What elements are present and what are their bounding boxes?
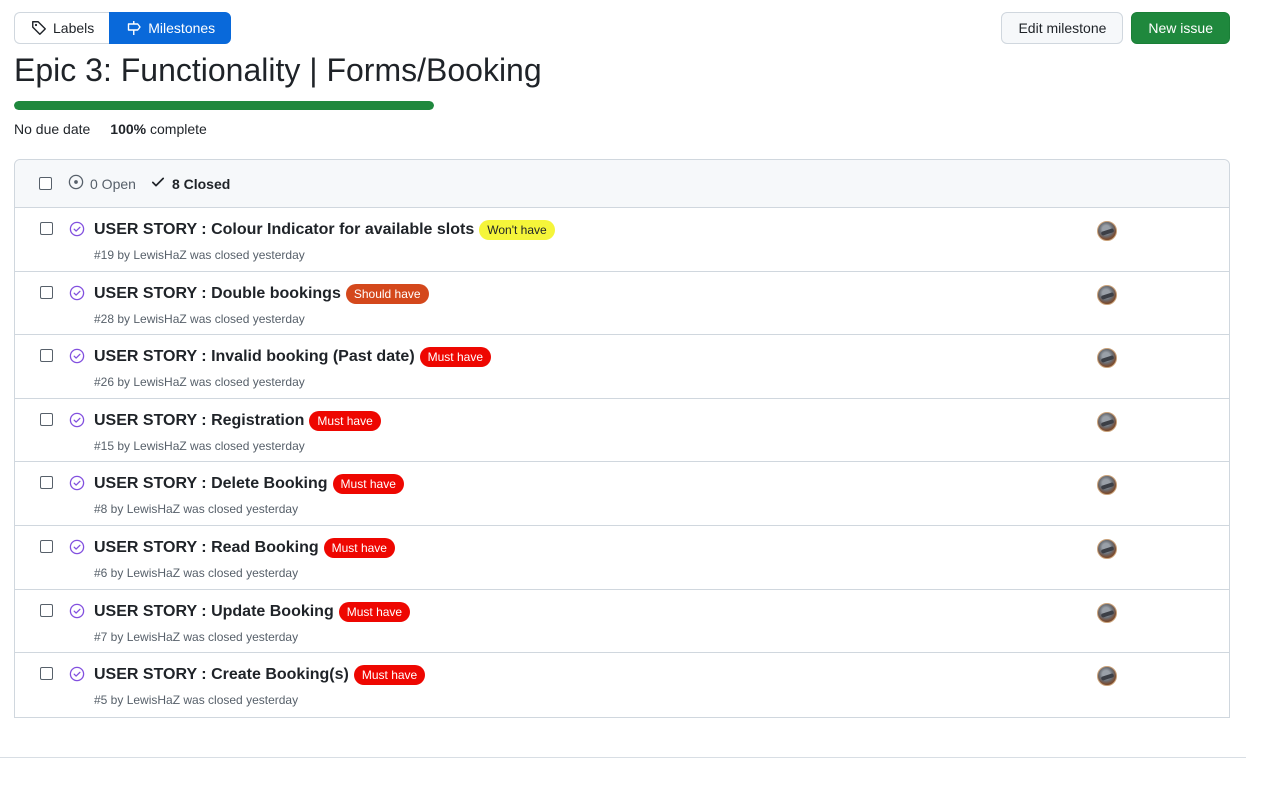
assignee-avatar[interactable] [1097,411,1117,432]
new-issue-button[interactable]: New issue [1131,12,1230,44]
completion: 100% complete [110,121,207,137]
open-issues-filter[interactable]: 0 Open [68,174,136,193]
issue-row[interactable]: USER STORY : Double bookings Should have… [15,272,1229,336]
issue-meta: #5 by LewisHaZ was closed yesterday [94,693,299,708]
issue-title[interactable]: USER STORY : Invalid booking (Past date) [94,348,415,366]
issue-opened-icon [68,174,84,193]
assignee-avatar[interactable] [1097,538,1117,559]
issue-row[interactable]: USER STORY : Delete Booking Must have #8… [15,462,1229,526]
issue-title-line: USER STORY : Registration Must have [94,410,381,431]
issue-title-line: USER STORY : Read Booking Must have [94,537,395,558]
issue-closed-icon [69,348,85,369]
issue-label[interactable]: Must have [353,665,426,686]
issue-label[interactable]: Must have [338,601,411,622]
issue-label[interactable]: Must have [323,537,395,558]
issue-title-line: USER STORY : Create Booking(s) Must have [94,665,426,686]
progress-bar-fill [14,101,434,110]
milestone-actions: Edit milestone New issue [1001,12,1230,44]
issue-title-line: USER STORY : Double bookings Should have [94,283,429,304]
issue-title-line: USER STORY : Colour Indicator for availa… [94,220,555,240]
issue-meta: #19 by LewisHaZ was closed yesterday [94,248,305,262]
issue-label[interactable]: Must have [309,410,381,431]
assignee-avatar[interactable] [1097,666,1117,687]
due-date: No due date [14,121,91,137]
issue-row[interactable]: USER STORY : Registration Must have #15 … [15,399,1229,463]
issue-title[interactable]: USER STORY : Create Booking(s) [94,666,349,684]
issue-meta: #7 by LewisHaZ was closed yesterday [94,629,299,644]
issue-closed-icon [69,603,85,624]
issue-title-line: USER STORY : Update Booking Must have [94,601,411,622]
completion-percent: 100% [110,121,147,137]
labels-tab-label: Labels [53,20,95,36]
issue-title[interactable]: USER STORY : Double bookings [94,285,341,303]
issue-title[interactable]: USER STORY : Delete Booking [94,475,328,493]
issue-meta: #8 by LewisHaZ was closed yesterday [94,502,299,517]
open-issues-count: 0 Open [90,175,136,192]
issue-meta: #6 by LewisHaZ was closed yesterday [94,565,299,580]
issue-row[interactable]: USER STORY : Create Booking(s) Must have… [15,653,1229,717]
select-all-checkbox[interactable] [39,177,52,190]
milestones-tab[interactable]: Milestones [109,12,232,44]
page-divider [0,757,1246,758]
issue-checkbox[interactable] [40,539,53,553]
milestone-meta: No due date 100% complete [14,121,207,137]
issue-checkbox[interactable] [40,603,53,617]
issue-closed-icon [69,285,85,306]
milestone-title: Epic 3: Functionality | Forms/Booking [14,52,542,88]
completion-suffix: complete [146,121,207,137]
issue-row[interactable]: USER STORY : Invalid booking (Past date)… [15,335,1229,399]
issue-rows: USER STORY : Colour Indicator for availa… [15,208,1229,717]
tag-icon [31,20,47,36]
assignee-avatar[interactable] [1097,221,1117,241]
edit-milestone-button[interactable]: Edit milestone [1001,12,1124,44]
milestone-icon [126,20,142,36]
issue-meta: #15 by LewisHaZ was closed yesterday [94,438,305,453]
issues-list: 0 Open 8 Closed USER STORY : Colour Indi… [14,159,1230,718]
milestone-progress-bar [14,101,434,110]
issue-label[interactable]: Must have [332,474,404,495]
issue-title-line: USER STORY : Invalid booking (Past date)… [94,347,491,368]
issue-row[interactable]: USER STORY : Read Booking Must have #6 b… [15,526,1229,590]
issue-closed-icon [69,221,85,242]
labels-milestones-nav: Labels Milestones [14,12,232,44]
closed-issues-count: 8 Closed [171,175,231,192]
issue-closed-icon [69,666,85,687]
issue-checkbox[interactable] [40,349,53,363]
issue-label[interactable]: Should have [345,283,429,304]
issue-checkbox[interactable] [40,476,53,490]
issue-checkbox[interactable] [40,285,53,299]
assignee-avatar[interactable] [1097,348,1117,369]
issue-checkbox[interactable] [40,667,53,681]
issue-closed-icon [69,475,85,496]
issue-label[interactable]: Must have [419,347,491,368]
issue-row[interactable]: USER STORY : Colour Indicator for availa… [15,208,1229,272]
assignee-avatar[interactable] [1097,602,1117,623]
milestones-tab-label: Milestones [148,20,216,36]
issue-checkbox[interactable] [40,222,53,235]
issue-title[interactable]: USER STORY : Update Booking [94,603,334,621]
issue-title[interactable]: USER STORY : Colour Indicator for availa… [94,221,474,239]
issue-closed-icon [69,539,85,560]
issue-row[interactable]: USER STORY : Update Booking Must have #7… [15,590,1229,654]
labels-tab[interactable]: Labels [14,12,110,44]
closed-issues-filter[interactable]: 8 Closed [150,174,230,193]
issue-title-line: USER STORY : Delete Booking Must have [94,474,404,495]
issue-title[interactable]: USER STORY : Read Booking [94,539,319,557]
check-icon [150,174,166,193]
issue-label[interactable]: Won't have [479,220,555,240]
issue-meta: #26 by LewisHaZ was closed yesterday [94,375,305,390]
assignee-avatar[interactable] [1097,475,1117,496]
issue-closed-icon [69,412,85,433]
assignee-avatar[interactable] [1097,284,1117,305]
issues-list-header: 0 Open 8 Closed [15,160,1229,208]
issue-title[interactable]: USER STORY : Registration [94,412,304,430]
issue-meta: #28 by LewisHaZ was closed yesterday [94,311,305,326]
issue-checkbox[interactable] [40,412,53,426]
